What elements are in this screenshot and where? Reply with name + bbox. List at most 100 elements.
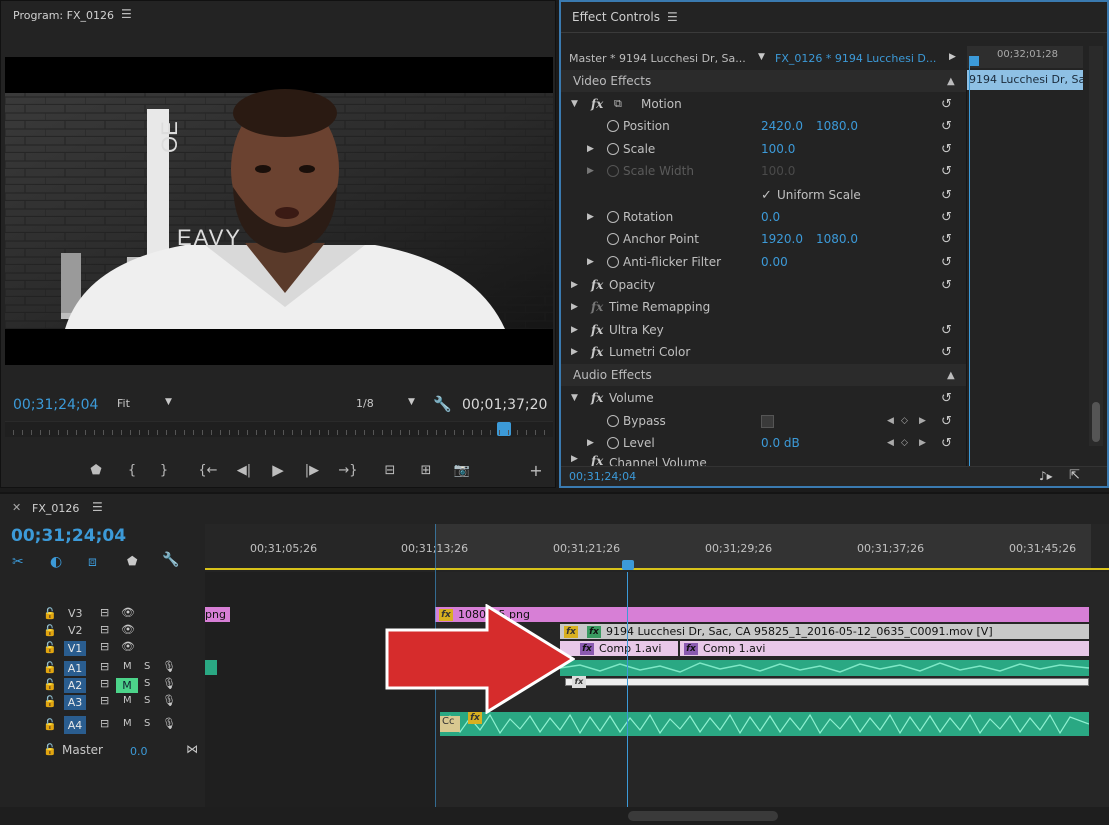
microphone-icon[interactable]: 🎙 (162, 660, 176, 673)
previous-keyframe-icon[interactable]: ◀ (887, 438, 894, 448)
lock-icon[interactable]: 🔓 (43, 661, 57, 674)
anchor-x-value[interactable]: 1920.0 (761, 232, 803, 246)
lock-icon[interactable]: 🔓 (43, 678, 57, 691)
expanded-triangle-icon[interactable]: ▼ (571, 99, 578, 109)
sync-lock-icon[interactable]: ⊟ (100, 677, 109, 690)
sequence-tab[interactable]: FX_0126 (32, 502, 79, 515)
scrollbar-thumb[interactable] (1092, 402, 1100, 442)
track-target-a2[interactable]: A2 (64, 678, 86, 693)
current-timecode[interactable]: 00;31;24;04 (13, 397, 98, 413)
next-keyframe-icon[interactable]: ▶ (919, 438, 926, 448)
stopwatch-icon[interactable] (607, 437, 619, 449)
collapsed-triangle-icon[interactable]: ▶ (587, 438, 594, 448)
add-keyframe-icon[interactable]: ◇ (901, 438, 908, 448)
reset-icon[interactable]: ↺ (941, 391, 952, 406)
reset-icon[interactable]: ↺ (941, 255, 952, 270)
solo-button[interactable]: S (144, 678, 150, 689)
collapsed-triangle-icon[interactable]: ▶ (571, 280, 578, 290)
collapsed-triangle-icon[interactable]: ▶ (587, 257, 594, 267)
sync-lock-icon[interactable]: ⊟ (100, 606, 109, 619)
mini-playhead[interactable] (969, 56, 979, 66)
extract-button[interactable]: ⊞ (415, 459, 437, 481)
solo-button[interactable]: S (144, 695, 150, 706)
expanded-triangle-icon[interactable]: ▼ (571, 393, 578, 403)
bypass-checkbox[interactable] (761, 414, 774, 428)
next-keyframe-icon[interactable]: ▶ (919, 416, 926, 426)
scale-value[interactable]: 100.0 (761, 142, 795, 156)
audio-clip-left[interactable] (205, 660, 217, 675)
lock-icon[interactable]: 🔓 (43, 718, 57, 731)
chevron-down-icon[interactable]: ▼ (758, 52, 765, 62)
play-audio-icon[interactable]: ♪▸ (1039, 469, 1053, 483)
mini-clip[interactable]: 9194 Lucchesi Dr, Sa (967, 70, 1083, 90)
track-target-a3[interactable]: A3 (64, 695, 86, 710)
track-target-v1[interactable]: V1 (64, 641, 86, 656)
mute-button-active[interactable]: M (116, 678, 138, 693)
lock-icon[interactable]: 🔓 (43, 695, 57, 708)
lift-button[interactable]: ⊟ (379, 459, 401, 481)
panel-menu-icon[interactable]: ☰ (121, 7, 132, 21)
wrench-icon[interactable]: 🔧 (162, 552, 179, 568)
eye-icon[interactable]: 👁 (121, 623, 135, 636)
stopwatch-icon[interactable] (607, 256, 619, 268)
track-target-a1[interactable]: A1 (64, 661, 86, 676)
sync-lock-icon[interactable]: ⊟ (100, 660, 109, 673)
audio-clip-a4[interactable]: Cc fx (440, 712, 1089, 736)
panel-menu-icon[interactable]: ☰ (667, 10, 678, 24)
fx-icon[interactable]: fx (591, 97, 603, 111)
play-button[interactable]: ▶ (267, 459, 289, 481)
export-frame-button[interactable]: 📷 (451, 459, 473, 481)
audio-clip-a1[interactable] (560, 660, 1089, 676)
opacity-row[interactable]: ▶ fx Opacity ↺ (561, 274, 966, 296)
uniform-scale-checkbox[interactable]: ✓ (761, 188, 772, 203)
lumetri-row[interactable]: ▶ fx Lumetri Color ↺ (561, 341, 966, 363)
stopwatch-icon[interactable] (607, 120, 619, 132)
collapsed-triangle-icon[interactable]: ▶ (571, 302, 578, 312)
linked-selection-icon[interactable]: ◐ (50, 554, 62, 570)
reset-icon[interactable]: ↺ (941, 436, 952, 451)
previous-keyframe-icon[interactable]: ◀ (887, 416, 894, 426)
audio-clip-a2-muted[interactable]: fx (565, 676, 1089, 688)
reset-icon[interactable]: ↺ (941, 323, 952, 338)
master-clip-label[interactable]: Master * 9194 Lucchesi Dr, Sa... (569, 52, 746, 65)
mark-out-button[interactable]: } (153, 459, 175, 481)
timeline-ruler[interactable]: 00;31;05;26 00;31;13;26 00;31;21;26 00;3… (205, 524, 1109, 570)
reset-icon[interactable]: ↺ (941, 345, 952, 360)
solo-button[interactable]: S (144, 661, 150, 672)
clip-mov[interactable]: fx fx 9194 Lucchesi Dr, Sac, CA 95825_1_… (560, 624, 1089, 639)
level-value[interactable]: 0.0 dB (761, 436, 800, 450)
panel-menu-icon[interactable]: ☰ (92, 500, 103, 514)
reset-icon[interactable]: ↺ (941, 164, 952, 179)
collapse-icon[interactable]: ▲ (947, 76, 955, 87)
mark-in-button[interactable]: { (121, 459, 143, 481)
scrollbar[interactable] (1089, 46, 1103, 446)
motion-transform-icon[interactable]: ⧉ (614, 97, 622, 111)
collapsed-triangle-icon[interactable]: ▶ (587, 212, 594, 222)
lock-icon[interactable]: 🔓 (43, 624, 57, 637)
fx-icon[interactable]: fx (591, 345, 603, 359)
collapsed-triangle-icon[interactable]: ▶ (587, 144, 594, 154)
rotation-value[interactable]: 0.0 (761, 210, 780, 224)
reset-icon[interactable]: ↺ (941, 142, 952, 157)
go-to-edit-icon[interactable]: ⋈ (186, 742, 198, 756)
position-x-value[interactable]: 2420.0 (761, 119, 803, 133)
collapse-icon[interactable]: ▲ (947, 370, 955, 381)
play-icon[interactable]: ▶ (949, 52, 956, 62)
volume-row[interactable]: ▼ fx Volume ↺ (561, 387, 966, 409)
fx-icon[interactable]: fx (591, 391, 603, 405)
timeline-playhead-handle[interactable] (622, 560, 634, 570)
reset-icon[interactable]: ↺ (941, 210, 952, 225)
mute-button[interactable]: M (123, 661, 132, 672)
add-marker-icon[interactable]: ⬟ (127, 554, 137, 568)
zoom-select[interactable]: Fit ▼ (117, 397, 179, 413)
sequence-clip-label[interactable]: FX_0126 * 9194 Lucchesi D... (775, 52, 936, 65)
position-y-value[interactable]: 1080.0 (816, 119, 858, 133)
wrench-icon[interactable]: 🔧 (433, 395, 452, 413)
anti-flicker-value[interactable]: 0.00 (761, 255, 788, 269)
channel-volume-row[interactable]: ▶ fx Channel Volume (561, 454, 966, 466)
reset-icon[interactable]: ↺ (941, 414, 952, 429)
add-keyframe-icon[interactable]: ◇ (901, 416, 908, 426)
sync-lock-icon[interactable]: ⊟ (100, 694, 109, 707)
lock-icon[interactable]: 🔓 (43, 743, 57, 756)
fx-icon[interactable]: fx (591, 323, 603, 337)
